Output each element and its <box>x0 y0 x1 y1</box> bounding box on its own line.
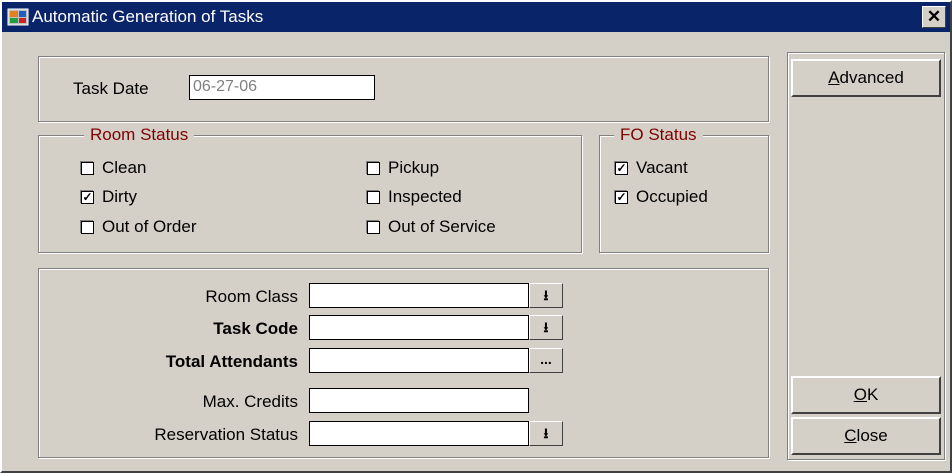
room-status-legend: Room Status <box>84 125 195 145</box>
task-code-dropdown-button[interactable]: ⭳ <box>529 315 563 340</box>
ellipsis-icon: ... <box>540 351 552 367</box>
checkbox-box[interactable] <box>81 220 94 234</box>
check-icon: ✓ <box>82 189 93 204</box>
task-date-panel: Task Date 06-27-06 <box>38 56 769 122</box>
chevron-down-icon: ⭳ <box>543 287 549 303</box>
app-icon <box>7 8 29 26</box>
room-class-dropdown-button[interactable]: ⭳ <box>529 283 563 308</box>
room-class-label: Room Class <box>205 287 298 306</box>
check-icon: ✓ <box>616 189 627 204</box>
filters-panel: Room Class ⭳ Task Code ⭳ Total Attendant… <box>38 268 769 458</box>
room-class-field[interactable] <box>309 283 529 308</box>
reservation-status-field[interactable] <box>309 421 529 446</box>
max-credits-field[interactable] <box>309 388 529 413</box>
checkbox-box-checked[interactable]: ✓ <box>615 160 628 175</box>
check-icon: ✓ <box>616 160 627 175</box>
total-attendants-label: Total Attendants <box>165 352 298 371</box>
checkbox-label: Inspected <box>388 187 462 206</box>
checkbox-label: Out of Service <box>388 217 496 236</box>
checkbox-clean[interactable]: Clean <box>81 158 146 178</box>
checkbox-box[interactable] <box>367 220 380 234</box>
checkbox-box-checked[interactable]: ✓ <box>81 189 94 204</box>
title-bar[interactable]: Automatic Generation of Tasks ✕ <box>2 2 950 32</box>
checkbox-box-checked[interactable]: ✓ <box>615 189 628 204</box>
close-mnemonic: C <box>844 426 857 445</box>
checkbox-label: Out of Order <box>102 217 197 236</box>
total-attendants-field[interactable] <box>309 348 529 373</box>
close-window-button[interactable]: ✕ <box>922 6 946 28</box>
reservation-status-label: Reservation Status <box>154 425 298 444</box>
close-label: lose <box>856 426 888 445</box>
checkbox-inspected[interactable]: Inspected <box>367 187 462 207</box>
fo-status-legend: FO Status <box>614 125 703 145</box>
ok-mnemonic: O <box>853 385 867 404</box>
checkbox-label: Occupied <box>636 187 708 206</box>
checkbox-box[interactable] <box>367 161 380 175</box>
fo-status-group: FO Status ✓ Vacant ✓ Occupied <box>599 125 769 253</box>
close-icon: ✕ <box>926 7 942 26</box>
total-attendants-lookup-button[interactable]: ... <box>529 348 563 373</box>
dialog-window: Automatic Generation of Tasks ✕ Task Dat… <box>0 0 952 473</box>
advanced-button[interactable]: Advanced <box>791 59 941 97</box>
checkbox-label: Vacant <box>636 158 688 177</box>
ok-button[interactable]: OK <box>791 376 941 414</box>
task-code-label: Task Code <box>213 319 298 338</box>
reservation-status-dropdown-button[interactable]: ⭳ <box>529 421 563 446</box>
chevron-down-icon: ⭳ <box>543 319 549 335</box>
checkbox-vacant[interactable]: ✓ Vacant <box>615 158 688 178</box>
task-date-value: 06-27-06 <box>193 78 258 95</box>
checkbox-out-of-order[interactable]: Out of Order <box>81 217 196 237</box>
task-date-label: Task Date <box>73 79 149 98</box>
task-code-field[interactable] <box>309 315 529 340</box>
checkbox-dirty[interactable]: ✓ Dirty <box>81 187 137 207</box>
advanced-label: dvanced <box>839 68 904 87</box>
max-credits-label: Max. Credits <box>202 392 298 411</box>
checkbox-occupied[interactable]: ✓ Occupied <box>615 187 708 207</box>
task-date-field[interactable]: 06-27-06 <box>189 75 375 100</box>
close-button[interactable]: Close <box>791 417 941 455</box>
room-status-group: Room Status Clean ✓ Dirty Out of Order P… <box>38 125 582 253</box>
advanced-mnemonic: A <box>828 68 840 87</box>
ok-label: K <box>866 385 879 404</box>
window-title: Automatic Generation of Tasks <box>32 7 264 26</box>
checkbox-label: Clean <box>102 158 147 177</box>
checkbox-box[interactable] <box>367 190 380 204</box>
checkbox-pickup[interactable]: Pickup <box>367 158 439 178</box>
checkbox-out-of-service[interactable]: Out of Service <box>367 217 496 237</box>
checkbox-label: Dirty <box>102 187 137 206</box>
checkbox-box[interactable] <box>81 161 94 175</box>
chevron-down-icon: ⭳ <box>543 425 549 441</box>
checkbox-label: Pickup <box>388 158 440 177</box>
